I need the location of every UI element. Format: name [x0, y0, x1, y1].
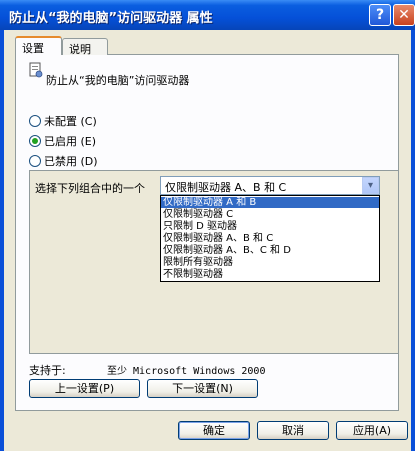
dropdown-option[interactable]: 不限制驱动器 [161, 269, 379, 280]
window-title: 防止从“我的电脑”访问驱动器 属性 [9, 11, 213, 26]
dropdown-option[interactable]: 仅限制驱动器 A、B、C 和 D [161, 245, 379, 256]
previous-setting-button[interactable]: 上一设置(P) [29, 379, 140, 398]
drive-combo[interactable]: 仅限制驱动器 A、B 和 C [160, 176, 380, 195]
radio-label: 未配置 (C) [44, 115, 97, 128]
window-frame-right [411, 30, 415, 451]
dropdown-option[interactable]: 仅限制驱动器 C [161, 209, 379, 220]
supported-value: 至少 Microsoft Windows 2000 [107, 366, 266, 377]
ok-button[interactable]: 确定 [178, 421, 250, 440]
radio-circle[interactable] [29, 155, 41, 167]
next-setting-button[interactable]: 下一设置(N) [147, 379, 258, 398]
cancel-button[interactable]: 取消 [257, 421, 329, 440]
radio-label: 已启用 (E) [44, 135, 97, 148]
combo-label: 选择下列组合中的一个 [35, 182, 145, 195]
drive-dropdown-list[interactable]: 仅限制驱动器 A 和 B 仅限制驱动器 C 只限制 D 驱动器 仅限制驱动器 A… [160, 195, 380, 282]
radio-disabled[interactable]: 已禁用 (D) [29, 153, 98, 169]
apply-button[interactable]: 应用(A) [336, 421, 408, 440]
radio-circle[interactable] [29, 135, 41, 147]
radio-enabled[interactable]: 已启用 (E) [29, 133, 96, 149]
chevron-down-icon[interactable]: ▾ [362, 177, 379, 194]
tab-settings[interactable]: 设置 [15, 36, 62, 55]
dropdown-option[interactable]: 仅限制驱动器 A 和 B [161, 197, 379, 208]
radio-not-configured[interactable]: 未配置 (C) [29, 113, 97, 129]
radio-circle[interactable] [29, 115, 41, 127]
close-button[interactable]: ✕ [393, 4, 415, 26]
help-button[interactable]: ? [369, 4, 391, 26]
dropdown-option[interactable]: 限制所有驱动器 [161, 257, 379, 268]
radio-label: 已禁用 (D) [44, 155, 98, 168]
policy-setting-icon [29, 62, 43, 78]
dropdown-option[interactable]: 仅限制驱动器 A、B 和 C [161, 233, 379, 244]
tab-explain[interactable]: 说明 [62, 38, 108, 56]
policy-title: 防止从“我的电脑”访问驱动器 [46, 74, 190, 87]
window-frame-left [0, 30, 4, 451]
supported-label: 支持于: [29, 364, 66, 377]
dropdown-option[interactable]: 只限制 D 驱动器 [161, 221, 379, 232]
